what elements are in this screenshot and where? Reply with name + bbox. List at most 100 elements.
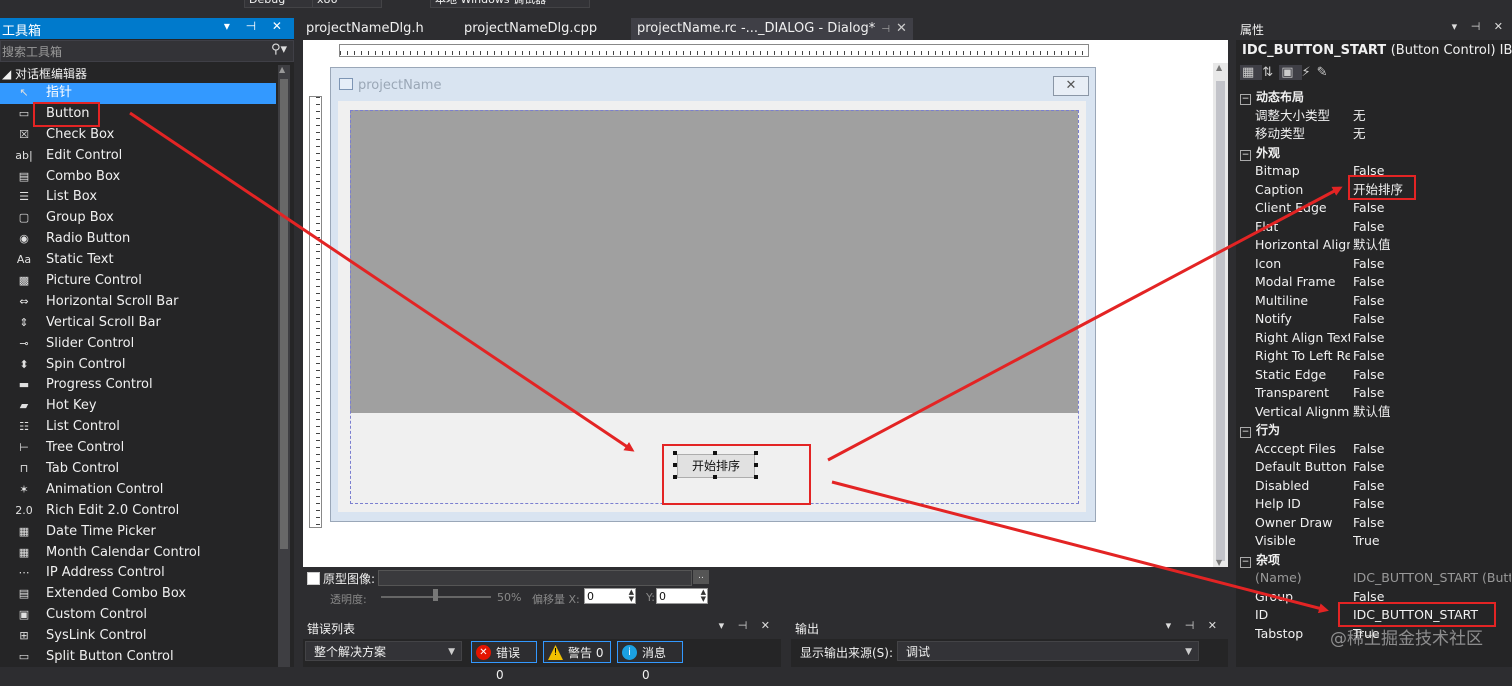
property-row[interactable]: 移动类型 无	[1236, 125, 1512, 144]
property-row[interactable]: Client Edge False	[1236, 199, 1512, 218]
toolbox-item[interactable]: ☷ List Control	[0, 417, 276, 438]
property-value[interactable]: False	[1353, 458, 1511, 477]
browse-button[interactable]: ..	[693, 570, 709, 584]
property-row[interactable]: Vertical Alignme 默认值	[1236, 403, 1512, 422]
close-tab-icon[interactable]: ✕	[896, 21, 907, 36]
property-row[interactable]: Multiline False	[1236, 292, 1512, 311]
property-row[interactable]: Notify False	[1236, 310, 1512, 329]
toolbox-item[interactable]: ▢ Group Box	[0, 208, 276, 229]
property-value[interactable]: True	[1353, 532, 1511, 551]
toolbox-item[interactable]: ↖ 指针	[0, 83, 276, 104]
output-window-buttons[interactable]: ▾ ⊣ ✕	[1166, 619, 1222, 632]
toolbox-item[interactable]: ✶ Animation Control	[0, 480, 276, 501]
property-row[interactable]: 调整大小类型 无	[1236, 107, 1512, 126]
categorized-icon[interactable]: ▦	[1240, 65, 1263, 80]
property-value[interactable]: False	[1353, 477, 1511, 496]
toolbox-item[interactable]: ◉ Radio Button	[0, 229, 276, 250]
collapse-icon[interactable]: −	[1240, 94, 1251, 105]
property-row[interactable]: Right To Left Re False	[1236, 347, 1512, 366]
property-value[interactable]: 默认值	[1353, 236, 1511, 255]
toolbox-item[interactable]: ☒ Check Box	[0, 125, 276, 146]
property-row[interactable]: Modal Frame False	[1236, 273, 1512, 292]
properties-window-buttons[interactable]: ▾ ⊣ ✕	[1452, 20, 1508, 33]
property-value[interactable]: IDC_BUTTON_START (Butt	[1353, 569, 1511, 588]
property-row[interactable]: Help ID False	[1236, 495, 1512, 514]
messages-filter-button[interactable]: i 消息 0	[617, 641, 683, 682]
property-row[interactable]: Default Button False	[1236, 458, 1512, 477]
toolbox-item[interactable]: ▰ Hot Key	[0, 396, 276, 417]
vertical-ruler[interactable]	[309, 96, 322, 528]
offset-x-spinner[interactable]: 0 ▲ ▼	[584, 588, 636, 604]
toolbox-item[interactable]: ☰ List Box	[0, 187, 276, 208]
property-value[interactable]: False	[1353, 329, 1511, 348]
property-row[interactable]: Static Edge False	[1236, 366, 1512, 385]
wrench-icon[interactable]: ✎	[1317, 65, 1334, 80]
run-debugger-button[interactable]: 本地 Windows 调试器	[430, 0, 590, 8]
scroll-down-icon[interactable]: ▼	[1216, 558, 1222, 567]
error-scope-dropdown[interactable]: 整个解决方案 ▼	[305, 641, 462, 661]
tab-projectname-rc-dialog[interactable]: projectName.rc -..._DIALOG - Dialog* ⊣ ✕	[631, 18, 913, 40]
property-value[interactable]: False	[1353, 514, 1511, 533]
opacity-slider-knob[interactable]	[433, 589, 438, 601]
toolbox-item[interactable]: 2.0 Rich Edit 2.0 Control	[0, 501, 276, 522]
error-list-window-buttons[interactable]: ▾ ⊣ ✕	[719, 619, 775, 632]
toolbox-scrollbar[interactable]: ▲	[278, 65, 290, 667]
property-value[interactable]: False	[1353, 440, 1511, 459]
property-value[interactable]: False	[1353, 347, 1511, 366]
toolbox-group-dialog-editor[interactable]: ◢ 对话框编辑器	[2, 65, 87, 82]
scroll-up-icon[interactable]: ▲	[279, 65, 285, 74]
property-value[interactable]: False	[1353, 255, 1511, 274]
editor-scroll-thumb[interactable]	[1216, 81, 1225, 561]
spin-arrows-icon[interactable]: ▲ ▼	[701, 589, 706, 603]
property-row[interactable]: Acccept Files False	[1236, 440, 1512, 459]
toolbox-item[interactable]: ▤ Combo Box	[0, 167, 276, 188]
toolbox-item[interactable]: ▬ Progress Control	[0, 375, 276, 396]
output-source-dropdown[interactable]: 调试 ▼	[897, 641, 1199, 661]
toolbox-item[interactable]: ▣ Custom Control	[0, 605, 276, 626]
property-row[interactable]: Right Align Text False	[1236, 329, 1512, 348]
platform-dropdown[interactable]: x86	[312, 0, 382, 8]
toolbox-item[interactable]: ▦ Month Calendar Control	[0, 543, 276, 564]
offset-y-spinner[interactable]: 0 ▲ ▼	[656, 588, 708, 604]
collapse-icon[interactable]: −	[1240, 427, 1251, 438]
tab-projectnamedlg-cpp[interactable]: projectNameDlg.cpp	[458, 18, 603, 40]
toolbox-item[interactable]: ⊞ SysLink Control	[0, 626, 276, 647]
property-category[interactable]: − 行为	[1236, 421, 1512, 440]
editor-vertical-scrollbar[interactable]: ▲ ▼	[1213, 63, 1228, 567]
property-row[interactable]: Disabled False	[1236, 477, 1512, 496]
toolbox-item[interactable]: ab| Edit Control	[0, 146, 276, 167]
spin-arrows-icon[interactable]: ▲ ▼	[629, 589, 634, 603]
toolbox-item[interactable]: ⬍ Spin Control	[0, 355, 276, 376]
tab-projectnamedlg-h[interactable]: projectNameDlg.h	[300, 18, 430, 40]
property-value[interactable]: 默认值	[1353, 403, 1511, 422]
toolbox-item[interactable]: ⊢ Tree Control	[0, 438, 276, 459]
dialog-close-button[interactable]: ✕	[1053, 76, 1089, 96]
scroll-up-icon[interactable]: ▲	[1216, 63, 1222, 72]
property-value[interactable]: False	[1353, 273, 1511, 292]
property-value[interactable]: False	[1353, 218, 1511, 237]
configuration-dropdown[interactable]: Debug	[244, 0, 314, 8]
toolbox-search-input[interactable]: 搜索工具箱 ⚲▾	[0, 40, 294, 62]
alphabetical-icon[interactable]: ⇅	[1262, 65, 1279, 80]
toolbox-item[interactable]: ⋯ IP Address Control	[0, 563, 276, 584]
horizontal-ruler[interactable]	[339, 44, 1089, 57]
search-icon[interactable]: ⚲▾	[271, 42, 287, 57]
property-row[interactable]: Horizontal Align 默认值	[1236, 236, 1512, 255]
property-value[interactable]: False	[1353, 384, 1511, 403]
toolbox-item[interactable]: ▤ Extended Combo Box	[0, 584, 276, 605]
property-row[interactable]: Flat False	[1236, 218, 1512, 237]
toolbox-item[interactable]: ▭ Split Button Control	[0, 647, 276, 668]
property-category[interactable]: − 杂项	[1236, 551, 1512, 570]
property-value[interactable]: False	[1353, 366, 1511, 385]
property-value[interactable]: False	[1353, 292, 1511, 311]
property-row[interactable]: Transparent False	[1236, 384, 1512, 403]
property-row[interactable]: Owner Draw False	[1236, 514, 1512, 533]
pin-icon[interactable]: ⊣	[881, 24, 890, 35]
prototype-image-path-input[interactable]	[378, 570, 692, 586]
toolbox-window-buttons[interactable]: ▾ ⊣ ✕	[224, 19, 288, 33]
toolbox-item[interactable]: ⊸ Slider Control	[0, 334, 276, 355]
properties-icon[interactable]: ▣	[1279, 65, 1302, 80]
toolbox-item[interactable]: ⊓ Tab Control	[0, 459, 276, 480]
property-value[interactable]: False	[1353, 310, 1511, 329]
selected-object-selector[interactable]: IDC_BUTTON_START (Button Control) IBu	[1242, 43, 1512, 58]
